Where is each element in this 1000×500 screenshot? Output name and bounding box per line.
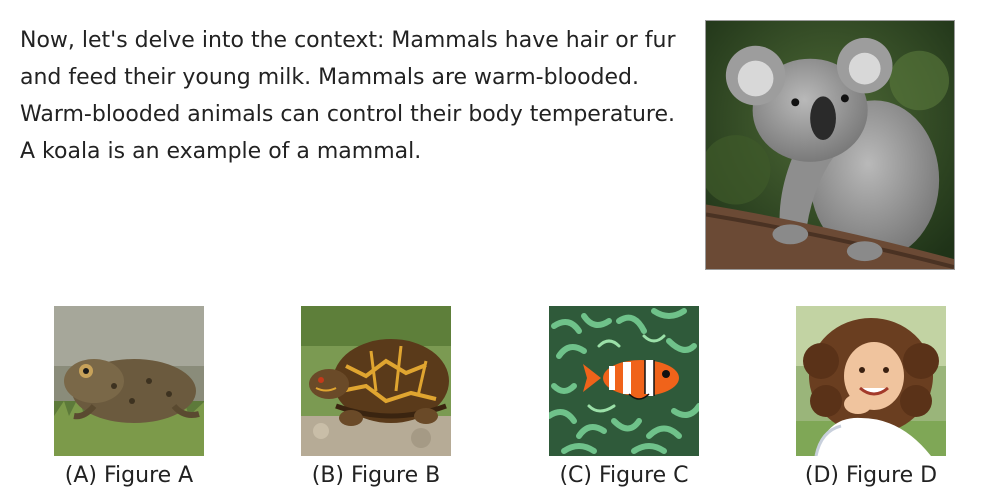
choice-a-label: (A) Figure A [64, 463, 194, 488]
toad-icon [54, 306, 204, 456]
choice-b-label: (B) Figure B [311, 463, 441, 488]
choice-d[interactable]: (D) Figure D [771, 306, 971, 496]
choice-c[interactable]: (C) Figure C [524, 306, 724, 496]
choice-a[interactable]: (A) Figure A [29, 306, 229, 496]
box-turtle-icon [301, 306, 451, 456]
choice-c-label: (C) Figure C [559, 463, 689, 488]
clownfish-icon [549, 306, 699, 456]
girl-image [796, 306, 946, 456]
toad-image [54, 306, 204, 456]
smiling-girl-icon [796, 306, 946, 456]
choice-d-label: (D) Figure D [804, 463, 938, 488]
koala-icon [706, 21, 954, 269]
clownfish-image [549, 306, 699, 456]
choice-b[interactable]: (B) Figure B [276, 306, 476, 496]
turtle-image [301, 306, 451, 456]
context-text: Now, let's delve into the context: Mamma… [20, 28, 676, 164]
koala-image [705, 20, 955, 270]
